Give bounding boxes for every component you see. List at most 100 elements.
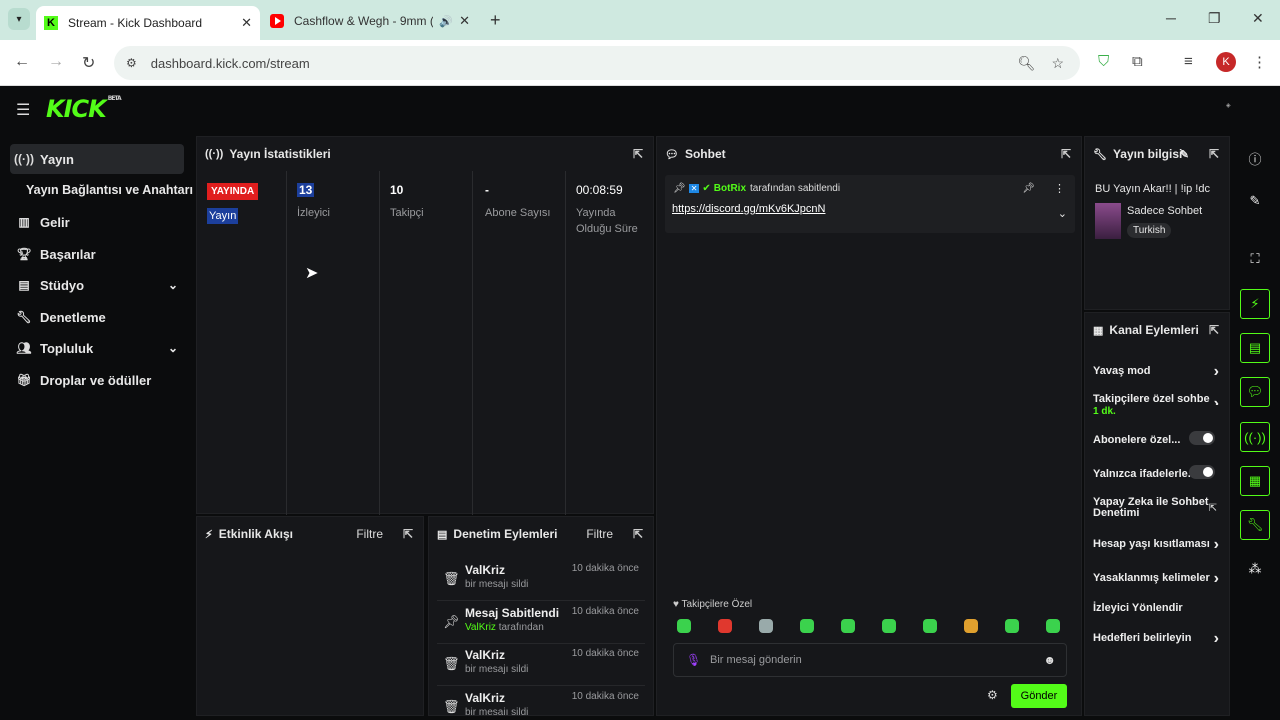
bookmark-star-icon[interactable]: ☆ [1051, 55, 1064, 72]
tab-search-chevron-icon[interactable]: ▾ [8, 8, 30, 30]
chat-bubble-icon[interactable]: 💬︎ [1240, 377, 1270, 407]
mod-user[interactable]: ValKriz [465, 622, 496, 633]
profile-avatar[interactable]: K [1216, 52, 1236, 72]
reload-button[interactable]: ↻ [82, 53, 95, 73]
emote-icon[interactable] [882, 619, 896, 633]
sidebar-item-gelir[interactable]: ▥ Gelir [10, 207, 184, 237]
chevron-right-icon[interactable]: › [1214, 630, 1219, 648]
lightning-icon[interactable]: ⚡︎ [1240, 289, 1270, 319]
action-set-goals[interactable]: Hedefleri belirleyin › [1093, 630, 1219, 647]
sidebar-item-denetleme[interactable]: 🔧︎ Denetleme [10, 302, 184, 332]
chevron-down-icon[interactable]: ⌄ [1058, 207, 1067, 220]
close-icon[interactable]: ✕ [241, 15, 252, 31]
broadcast-icon[interactable]: ((·)) [1240, 422, 1270, 452]
media-control-icon[interactable]: ≡ [1184, 53, 1193, 70]
external-link-icon[interactable]: ⇱ [1209, 503, 1217, 514]
edit-pencil-icon[interactable]: ✎ [1240, 186, 1270, 216]
send-button[interactable]: Gönder [1011, 684, 1067, 708]
unpin-icon[interactable]: 📌︎ [1022, 183, 1035, 194]
shield-extension-icon[interactable]: ⛉ [1098, 53, 1109, 70]
popout-icon[interactable]: ⇱ [1061, 147, 1071, 161]
action-subscribers-only[interactable]: Abonelere özel... [1093, 431, 1219, 446]
chevron-right-icon[interactable]: › [1214, 395, 1219, 405]
pinned-link[interactable]: https://discord.gg/mKv6KJpcnN [672, 203, 825, 215]
wrench-icon[interactable]: 🔧︎ [1240, 510, 1270, 540]
chevron-down-icon[interactable]: ⌄ [168, 278, 178, 292]
popout-icon[interactable]: ⇱ [633, 147, 643, 161]
sidebar-item-topluluk[interactable]: 👥︎ Topluluk ⌄ [10, 333, 184, 363]
restore-button[interactable]: ❐ [1208, 10, 1221, 27]
browser-tab-kick[interactable]: K Stream - Kick Dashboard ✕ [36, 6, 260, 40]
toggle-switch[interactable] [1189, 465, 1215, 479]
action-slow-mode[interactable]: Yavaş mod › [1093, 363, 1219, 380]
chevron-down-icon[interactable]: ⌄ [168, 341, 178, 355]
sidebar-item-studyo[interactable]: ▤ Stüdyo ⌄ [10, 270, 184, 300]
zoom-icon[interactable]: 🔍︎ [1018, 55, 1036, 72]
minimize-button[interactable]: ─ [1166, 10, 1176, 26]
hamburger-menu-icon[interactable]: ☰ [16, 100, 30, 120]
forward-button[interactable]: → [48, 53, 64, 71]
emote-icon[interactable] [718, 619, 732, 633]
action-ai-moderation[interactable]: Yapay Zeka ile Sohbet Denetimi [1093, 497, 1209, 519]
chevron-right-icon[interactable]: › [1214, 363, 1219, 381]
popout-icon[interactable]: ⇱ [403, 527, 413, 541]
popout-icon[interactable]: ⇱ [1209, 147, 1219, 161]
info-icon[interactable]: ⓘ [1240, 143, 1270, 173]
extensions-puzzle-icon[interactable]: ⧉ [1132, 53, 1143, 70]
popout-icon[interactable]: ⇱ [1209, 323, 1219, 337]
close-window-button[interactable]: ✕ [1252, 10, 1264, 27]
sidebar-item-stream-key[interactable]: Yayın Bağlantısı ve Anahtarı [10, 175, 193, 205]
microphone-icon[interactable]: 🎙︎ [686, 653, 701, 667]
sidebar-item-basarilar[interactable]: 🏆︎ Başarılar [10, 239, 184, 269]
log-icon[interactable]: ▤ [1240, 333, 1270, 363]
category-thumbnail[interactable] [1095, 203, 1121, 239]
fullscreen-icon[interactable]: ⛶ [1240, 244, 1270, 274]
emote-icon[interactable] [759, 619, 773, 633]
chat-settings-gear-icon[interactable]: ⚙ [987, 688, 998, 702]
layout-icon[interactable]: ⁂ [1240, 554, 1270, 584]
emote-icon[interactable] [841, 619, 855, 633]
toggle-switch[interactable] [1189, 431, 1215, 445]
chat-input[interactable]: 🎙︎ Bir mesaj gönderin ☻ [673, 643, 1067, 677]
mod-user[interactable]: ValKriz [465, 691, 505, 705]
edit-pencil-icon[interactable]: ✎ [1180, 148, 1189, 161]
back-button[interactable]: ← [14, 53, 30, 71]
sidebar-item-droplar[interactable]: 🎁︎ Droplar ve ödüller [10, 365, 184, 395]
emote-icon[interactable] [923, 619, 937, 633]
popout-icon[interactable]: ⇱ [633, 527, 643, 541]
chevron-right-icon[interactable]: › [1214, 536, 1219, 554]
action-host-viewers[interactable]: İzleyici Yönlendir [1093, 602, 1219, 614]
omnibox[interactable]: ⚙ dashboard.kick.com/stream 🔍︎ ☆ [114, 46, 1080, 80]
stream-info-panel: 🔧︎ Yayın bilgisi ✎ ⇱ BU Yayın Akar!! | !… [1084, 136, 1230, 310]
stream-category[interactable]: Sadece Sohbet [1127, 205, 1202, 217]
user-avatar[interactable]: ◈ [1226, 102, 1248, 116]
filter-button[interactable]: Filtre [356, 527, 383, 541]
new-tab-button[interactable]: + [490, 10, 501, 31]
emote-icon[interactable] [1005, 619, 1019, 633]
mod-user[interactable]: ValKriz [465, 648, 505, 662]
channel-icon[interactable]: ▦ [1240, 466, 1270, 496]
pinned-user[interactable]: BotRix [714, 183, 746, 194]
kick-logo[interactable]: KICK BETA [46, 95, 122, 123]
menu-dots-icon[interactable]: ⋮ [1252, 53, 1267, 71]
emoji-icon[interactable]: ☻ [1043, 653, 1056, 667]
sidebar-item-yayin[interactable]: ((·)) Yayın [10, 144, 184, 174]
browser-tab-youtube[interactable]: Cashflow & Wegh - 9mm ( 🔊 ✕ [262, 6, 478, 36]
action-banned-words[interactable]: Yasaklanmış kelimeler › [1093, 570, 1219, 587]
emote-icon[interactable] [677, 619, 691, 633]
chevron-right-icon[interactable]: › [1214, 570, 1219, 588]
url-text[interactable]: dashboard.kick.com/stream [151, 56, 1018, 71]
action-followers-only[interactable]: Takipçilere özel sohbe › [1093, 393, 1219, 405]
mod-user[interactable]: ValKriz [465, 563, 505, 577]
sidebar-item-label: Yayın [40, 151, 74, 167]
emote-icon[interactable] [964, 619, 978, 633]
speaker-icon[interactable]: 🔊 [439, 15, 453, 28]
filter-button[interactable]: Filtre [586, 527, 613, 541]
site-info-icon[interactable]: ⚙ [126, 56, 137, 70]
more-options-icon[interactable]: ⋮ [1054, 182, 1065, 195]
action-emotes-only[interactable]: Yalnızca ifadelerle... [1093, 465, 1219, 480]
emote-icon[interactable] [1046, 619, 1060, 633]
action-account-age[interactable]: Hesap yaşı kısıtlaması › [1093, 536, 1219, 553]
emote-icon[interactable] [800, 619, 814, 633]
close-icon[interactable]: ✕ [459, 13, 470, 29]
